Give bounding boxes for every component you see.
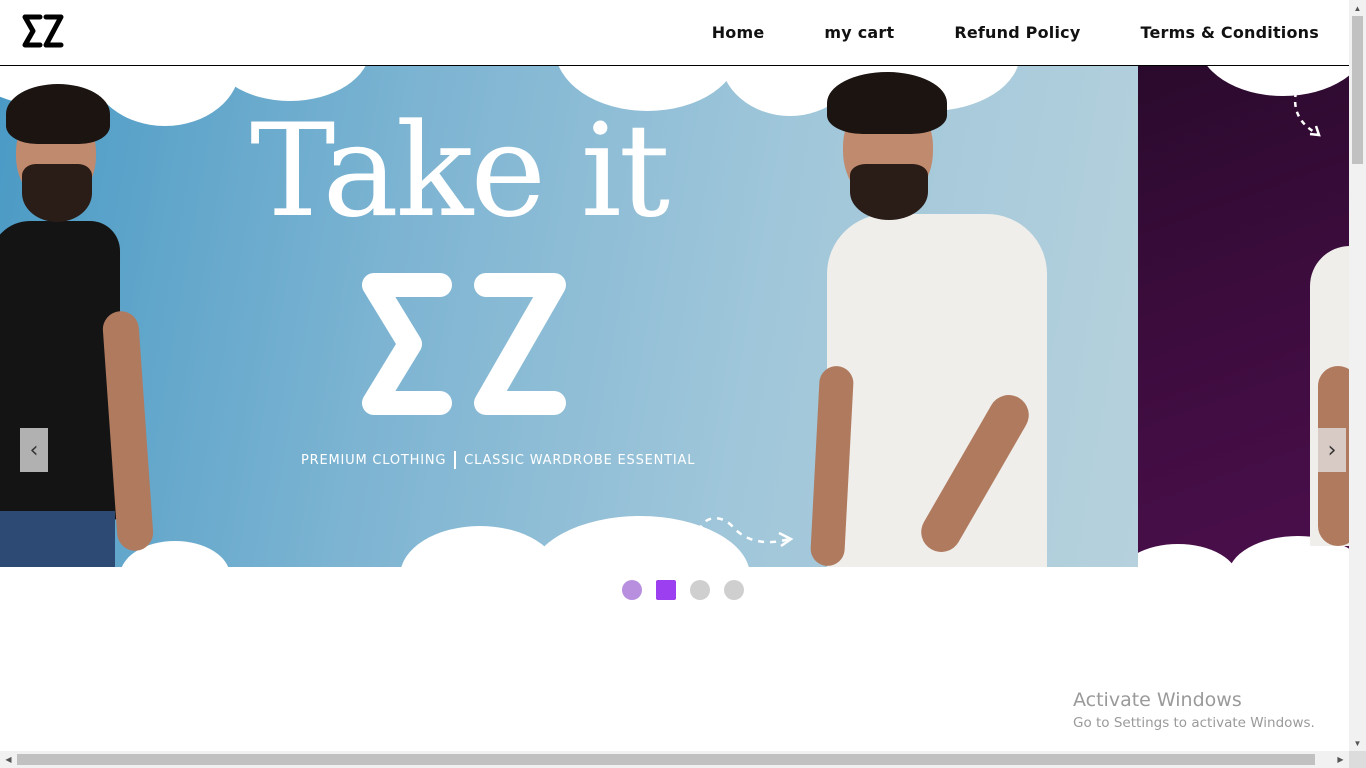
tagline-right: CLASSIC WARDROBE ESSENTIAL (464, 453, 696, 468)
dashed-arrow-icon (697, 517, 794, 548)
scroll-up-icon[interactable]: ▲ (1349, 0, 1366, 16)
tagline-separator (454, 451, 457, 469)
brand-logo[interactable] (22, 14, 64, 48)
nav-refund-policy[interactable]: Refund Policy (954, 23, 1080, 42)
dashed-arrow-icon (1293, 91, 1321, 137)
tagline-left: PREMIUM CLOTHING (301, 453, 447, 468)
scroll-right-icon[interactable]: ▶ (1332, 751, 1349, 768)
site-header: Home my cart Refund Policy Terms & Condi… (0, 0, 1349, 66)
hair (827, 72, 947, 134)
jeans (0, 511, 115, 567)
hero-slide-current[interactable]: Take it ΣZ PREMIUM CLOTHING CLASSIC WARDR… (0, 66, 1138, 567)
carousel-next-button[interactable]: › (1318, 428, 1346, 472)
horizontal-scrollbar[interactable]: ◀ ▶ (0, 751, 1349, 768)
hero-slide-next (1138, 66, 1349, 567)
scroll-left-icon[interactable]: ◀ (0, 751, 17, 768)
nav-terms-conditions[interactable]: Terms & Conditions (1140, 23, 1319, 42)
main-nav: Home my cart Refund Policy Terms & Condi… (652, 0, 1319, 65)
hero-tagline: PREMIUM CLOTHING CLASSIC WARDROBE ESSENTI… (301, 451, 695, 469)
vertical-scroll-thumb[interactable] (1352, 16, 1363, 164)
hero-carousel: Take it ΣZ PREMIUM CLOTHING CLASSIC WARDR… (0, 66, 1349, 567)
beard (22, 164, 92, 222)
nav-my-cart[interactable]: my cart (824, 23, 894, 42)
scrollbar-corner (1349, 751, 1366, 768)
watermark-subtitle: Go to Settings to activate Windows. (1073, 715, 1315, 731)
beard (850, 164, 928, 220)
hero-headline: Take it (250, 97, 670, 246)
carousel-dot-1[interactable] (622, 580, 642, 600)
carousel-prev-button[interactable]: ‹ (20, 428, 48, 472)
model-left (0, 66, 170, 567)
carousel-indicators (622, 580, 744, 600)
cloud-decoration (1138, 544, 1238, 567)
vertical-scrollbar[interactable]: ▲ ▼ (1349, 0, 1366, 751)
horizontal-scroll-thumb[interactable] (17, 754, 1315, 765)
watermark-title: Activate Windows (1073, 689, 1242, 711)
hero-ez-logo: ΣZ (362, 273, 566, 415)
cloud-decoration (210, 66, 370, 101)
carousel-dot-2[interactable] (656, 580, 676, 600)
model-right (809, 66, 1055, 567)
carousel-dot-4[interactable] (724, 580, 744, 600)
nav-home[interactable]: Home (712, 23, 765, 42)
hair (6, 84, 110, 144)
black-tshirt (0, 221, 120, 521)
windows-activation-watermark: Activate Windows Go to Settings to activ… (1073, 689, 1315, 731)
carousel-dot-3[interactable] (690, 580, 710, 600)
scroll-down-icon[interactable]: ▼ (1349, 735, 1366, 751)
